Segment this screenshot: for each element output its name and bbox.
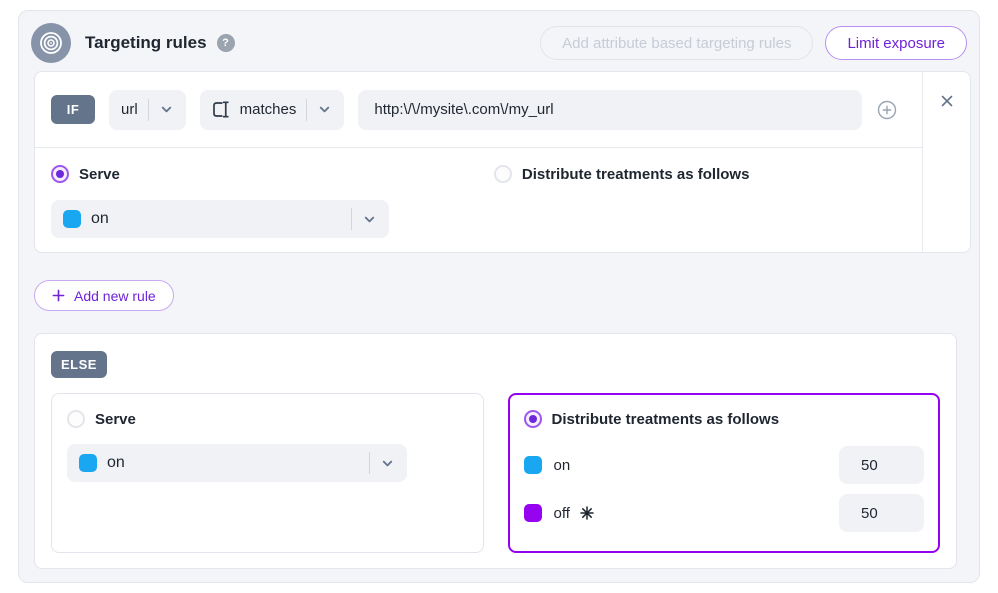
treatment-name: off	[554, 505, 570, 522]
default-treatment-select[interactable]: on	[67, 444, 407, 482]
treatment-on-swatch	[63, 210, 81, 228]
limit-exposure-button[interactable]: Limit exposure	[825, 26, 967, 60]
treatment-on-swatch	[79, 454, 97, 472]
treatment-off-swatch	[524, 504, 542, 522]
default-rule-card: ELSE Serve on	[34, 333, 957, 569]
chevron-down-icon	[380, 456, 395, 471]
default-serve-radio-option[interactable]: Serve	[67, 410, 468, 428]
page-title: Targeting rules	[85, 33, 207, 53]
default-distribute-radio-option[interactable]: Distribute treatments as follows	[524, 410, 925, 428]
distribute-radio-option[interactable]: Distribute treatments as follows	[494, 165, 750, 183]
add-new-rule-button[interactable]: Add new rule	[34, 280, 174, 311]
radio-selected-icon[interactable]	[51, 165, 69, 183]
attribute-select[interactable]: url	[109, 90, 186, 130]
default-treatment-select-value: on	[107, 454, 125, 472]
chevron-down-icon	[159, 102, 174, 117]
attribute-select-value: url	[121, 101, 138, 118]
treatment-select[interactable]: on	[51, 200, 389, 238]
treatment-select-value: on	[91, 210, 109, 228]
rule-condition-row: IF url	[35, 72, 922, 148]
panel-header: Targeting rules ? Add attribute based ta…	[31, 23, 967, 63]
if-keyword-badge: IF	[51, 95, 95, 124]
rule-serve-section: Serve Distribute treatments as follows o…	[35, 148, 922, 238]
matcher-value-input[interactable]: http:\/\/mysite\.com\/my_url	[358, 90, 862, 130]
else-keyword-badge: ELSE	[51, 351, 107, 378]
radio-unselected-icon[interactable]	[67, 410, 85, 428]
close-icon[interactable]	[939, 93, 955, 109]
add-value-icon[interactable]	[876, 99, 898, 121]
serve-radio-option[interactable]: Serve	[51, 165, 494, 183]
chevron-down-icon	[362, 212, 377, 227]
matcher-select[interactable]: matches	[200, 90, 345, 130]
treatment-name: on	[554, 457, 571, 474]
targeting-rules-page: Targeting rules ? Add attribute based ta…	[0, 0, 998, 593]
rule-close-column	[922, 72, 970, 252]
default-serve-card: Serve on	[51, 393, 484, 553]
string-matcher-icon	[212, 101, 232, 118]
default-treatment-asterisk-icon	[580, 506, 594, 520]
targeting-rules-panel: Targeting rules ? Add attribute based ta…	[18, 10, 980, 583]
chevron-down-icon	[317, 102, 332, 117]
radio-unselected-icon[interactable]	[494, 165, 512, 183]
treatment-on-swatch	[524, 456, 542, 474]
matcher-select-value: matches	[240, 101, 297, 118]
treatment-distribution-row: off 50	[524, 494, 925, 532]
treatment-distribution-row: on 50	[524, 446, 925, 484]
add-attribute-rules-button[interactable]: Add attribute based targeting rules	[540, 26, 813, 60]
help-icon[interactable]: ?	[217, 34, 235, 52]
treatment-percentage-input[interactable]: 50	[839, 494, 924, 532]
treatment-percentage-input[interactable]: 50	[839, 446, 924, 484]
targeting-rule-card: IF url	[34, 71, 971, 253]
default-distribute-card: Distribute treatments as follows on 50 o…	[508, 393, 941, 553]
plus-icon	[52, 289, 65, 302]
radio-selected-icon[interactable]	[524, 410, 542, 428]
target-icon	[31, 23, 71, 63]
